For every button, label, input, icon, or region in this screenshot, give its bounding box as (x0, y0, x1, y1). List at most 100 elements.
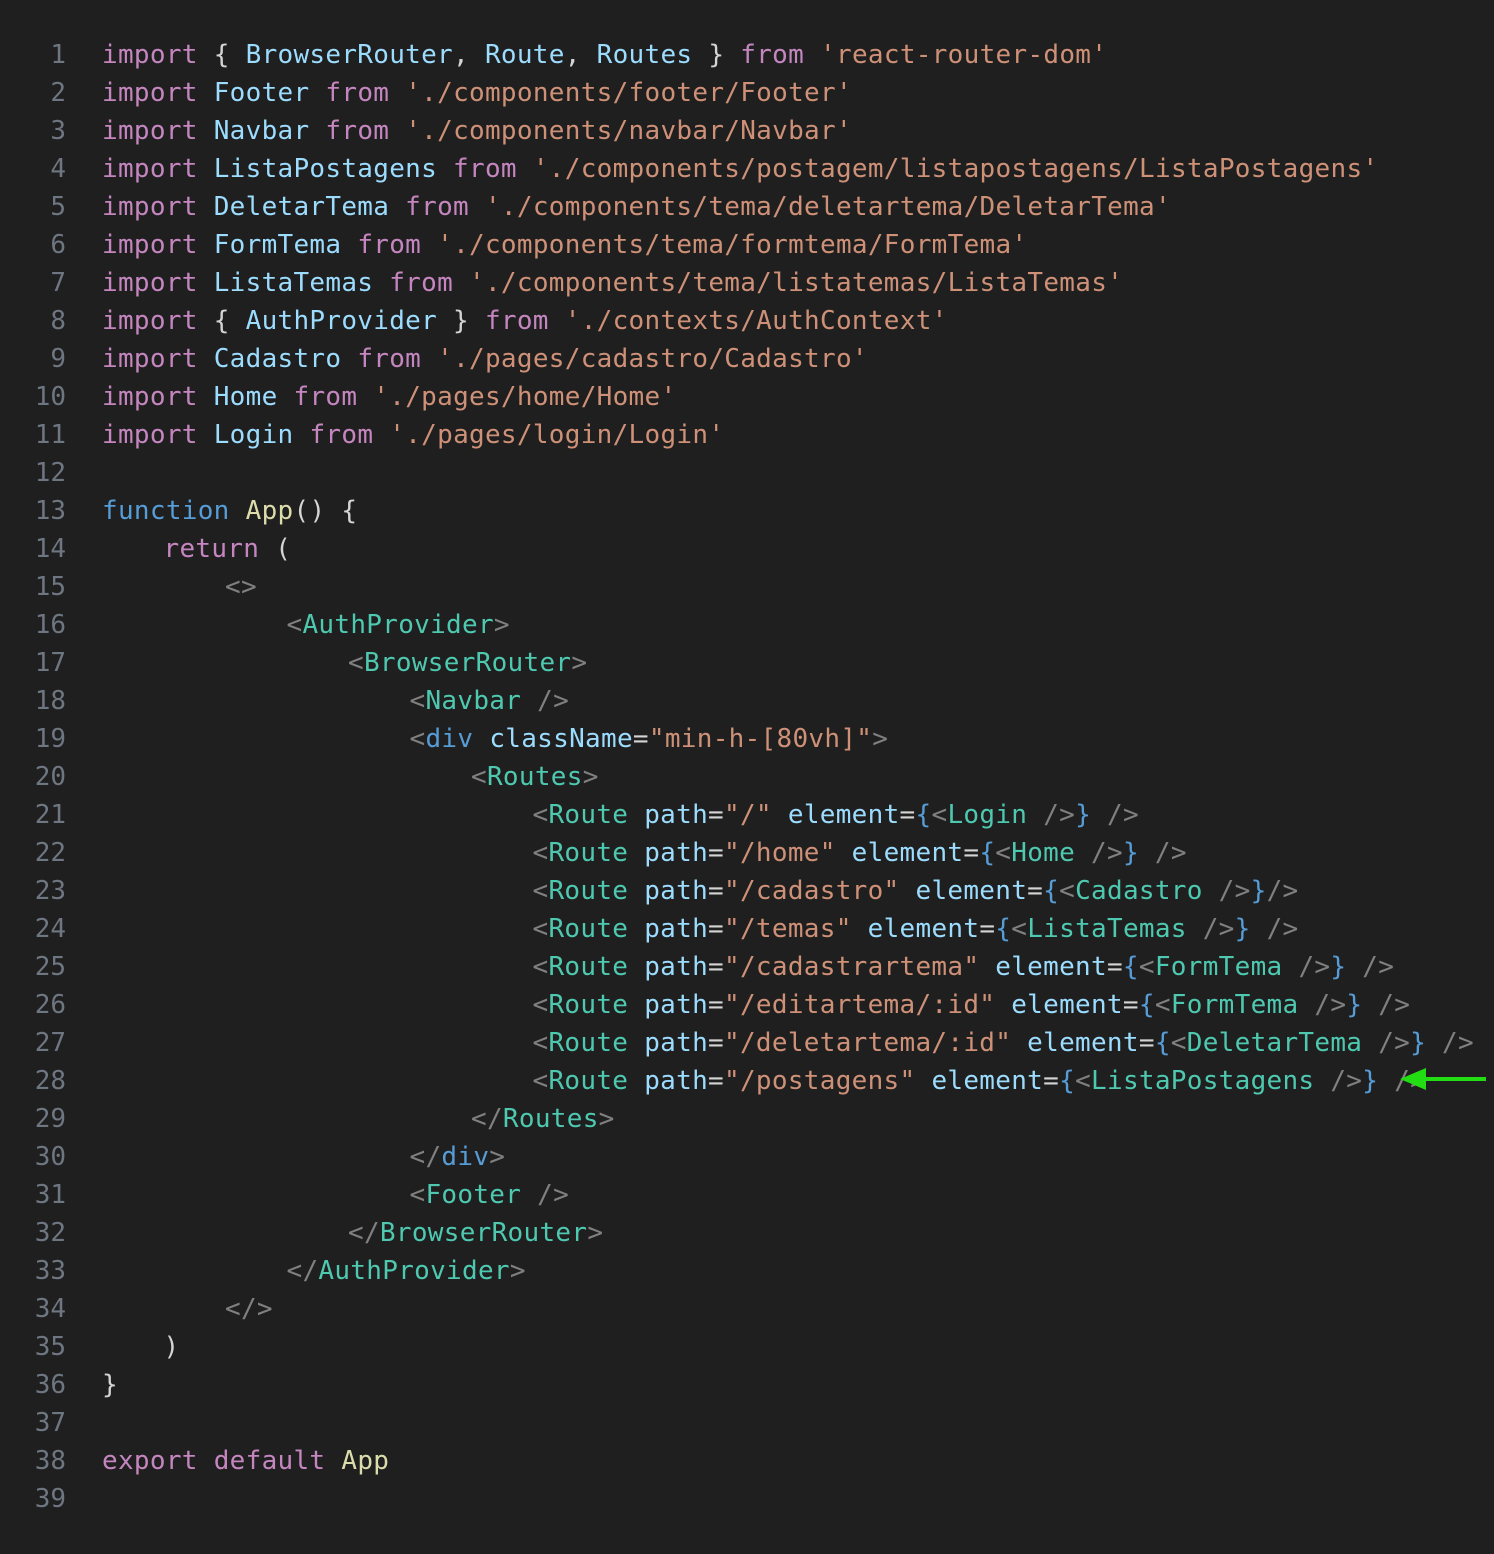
code-line[interactable]: 34 </> (0, 1290, 1494, 1328)
code-token: } (1346, 990, 1363, 1020)
code-line[interactable]: 15 <> (0, 568, 1494, 606)
code-line[interactable]: 4 import ListaPostagens from './component… (0, 150, 1494, 188)
code-token: } (1234, 914, 1251, 944)
code-line[interactable]: 3 import Navbar from './components/navbar… (0, 112, 1494, 150)
code-token: AuthProvider (245, 306, 438, 336)
code-token: = (708, 952, 725, 982)
code-content: import Cadastro from './pages/cadastro/C… (102, 340, 868, 378)
code-line[interactable]: 38 export default App (0, 1442, 1494, 1480)
code-line[interactable]: 24 <Route path="/temas" element={<ListaTe… (0, 910, 1494, 948)
code-token: from (389, 268, 454, 298)
code-line[interactable]: 39 (0, 1480, 1494, 1518)
code-line[interactable]: 36} (0, 1366, 1494, 1404)
code-content: <Route path="/cadastrartema" element={<F… (533, 948, 1395, 986)
code-line[interactable]: 25 <Route path="/cadastrartema" element={… (0, 948, 1494, 986)
code-token: element (931, 1066, 1044, 1096)
code-line[interactable]: 20 <Routes> (0, 758, 1494, 796)
code-token: from (453, 154, 517, 184)
code-content: </BrowserRouter> (348, 1214, 603, 1252)
line-number: 14 (34, 534, 66, 564)
code-line[interactable]: 26 <Route path="/editartema/:id" element=… (0, 986, 1494, 1024)
code-line[interactable]: 16 <AuthProvider> (0, 606, 1494, 644)
line-number: 6 (50, 230, 66, 260)
code-token: import (102, 268, 198, 298)
code-line[interactable]: 33 </AuthProvider> (0, 1252, 1494, 1290)
code-line[interactable]: 10 import Home from './pages/home/Home' (0, 378, 1494, 416)
code-line[interactable]: 13 function App() { (0, 492, 1494, 530)
code-token: DeletarTema (1186, 1028, 1363, 1058)
code-token: = (963, 838, 980, 868)
code-line[interactable]: 32 </BrowserRouter> (0, 1214, 1494, 1252)
line-number: 32 (34, 1218, 66, 1248)
line-number: 20 (34, 762, 66, 792)
code-content: import ListaPostagens from './components… (102, 150, 1378, 188)
code-content: import FormTema from './components/tema/… (102, 226, 1027, 264)
code-line[interactable]: 19 <div className="min-h-[80vh]"> (0, 720, 1494, 758)
code-line[interactable]: 22 <Route path="/home" element={<Home />}… (0, 834, 1494, 872)
code-token: Routes (502, 1104, 599, 1134)
code-content: <Route path="/editartema/:id" element={<… (533, 986, 1411, 1024)
code-token: Navbar (213, 116, 310, 146)
code-token: BrowserRouter (245, 40, 454, 70)
code-token: } (1122, 838, 1139, 868)
code-line[interactable]: 37 (0, 1404, 1494, 1442)
code-line[interactable]: 27 <Route path="/deletartema/:id" element… (0, 1024, 1494, 1062)
code-line[interactable]: 12 (0, 454, 1494, 492)
code-line[interactable]: 17 <BrowserRouter> (0, 644, 1494, 682)
code-line[interactable]: 35) (0, 1328, 1494, 1366)
code-line[interactable]: 31 <Footer /> (0, 1176, 1494, 1214)
code-line[interactable]: 23 <Route path="/cadastro" element={<Cada… (0, 872, 1494, 910)
code-token: Login (947, 800, 1028, 830)
code-line[interactable]: 30 </div> (0, 1138, 1494, 1176)
code-token: /> (1282, 952, 1331, 982)
code-token: <> (225, 572, 257, 602)
code-line[interactable]: 9 import Cadastro from './pages/cadastro/… (0, 340, 1494, 378)
code-token: './pages/home/Home' (373, 382, 677, 412)
code-line[interactable]: 21 <Route path="/" element={<Login />} /> (0, 796, 1494, 834)
code-token: /> (1362, 1028, 1411, 1058)
code-line[interactable]: 8 import { AuthProvider } from './context… (0, 302, 1494, 340)
line-number: 11 (34, 420, 66, 450)
code-content: <Footer /> (410, 1176, 570, 1214)
code-line[interactable]: 6 import FormTema from './components/tema… (0, 226, 1494, 264)
code-line[interactable]: 2 import Footer from './components/footer… (0, 74, 1494, 112)
code-line[interactable]: 29 </Routes> (0, 1100, 1494, 1138)
code-token: } (1330, 952, 1347, 982)
code-token: div (441, 1142, 490, 1172)
code-line[interactable]: 28 <Route path="/postagens" element={<Lis… (0, 1062, 1494, 1100)
code-token: , (453, 40, 485, 70)
code-token: element (787, 800, 900, 830)
code-token: } (1362, 1066, 1379, 1096)
code-token: path (644, 1066, 709, 1096)
code-token: element (867, 914, 980, 944)
code-token: < (409, 1180, 426, 1210)
code-token: < (532, 914, 549, 944)
code-token: path (644, 1028, 709, 1058)
code-token: > (509, 1256, 526, 1286)
code-token: from (405, 192, 469, 222)
code-token: /> (521, 1180, 570, 1210)
code-line[interactable]: 18 <Navbar /> (0, 682, 1494, 720)
code-line[interactable]: 14 return ( (0, 530, 1494, 568)
code-content: ) (164, 1328, 180, 1366)
code-line[interactable]: 7 import ListaTemas from './components/te… (0, 264, 1494, 302)
code-editor[interactable]: 1 import { BrowserRouter, Route, Routes }… (0, 36, 1494, 1518)
code-token: import (102, 420, 198, 450)
code-token: = (708, 1028, 725, 1058)
code-line[interactable]: 11 import Login from './pages/login/Login… (0, 416, 1494, 454)
arrow-head (1400, 1068, 1426, 1090)
line-number: 23 (34, 876, 66, 906)
code-line[interactable]: 5 import DeletarTema from './components/t… (0, 188, 1494, 226)
code-line[interactable]: 1 import { BrowserRouter, Route, Routes }… (0, 36, 1494, 74)
code-token: = (1043, 1066, 1060, 1096)
code-token: Route (548, 1028, 629, 1058)
